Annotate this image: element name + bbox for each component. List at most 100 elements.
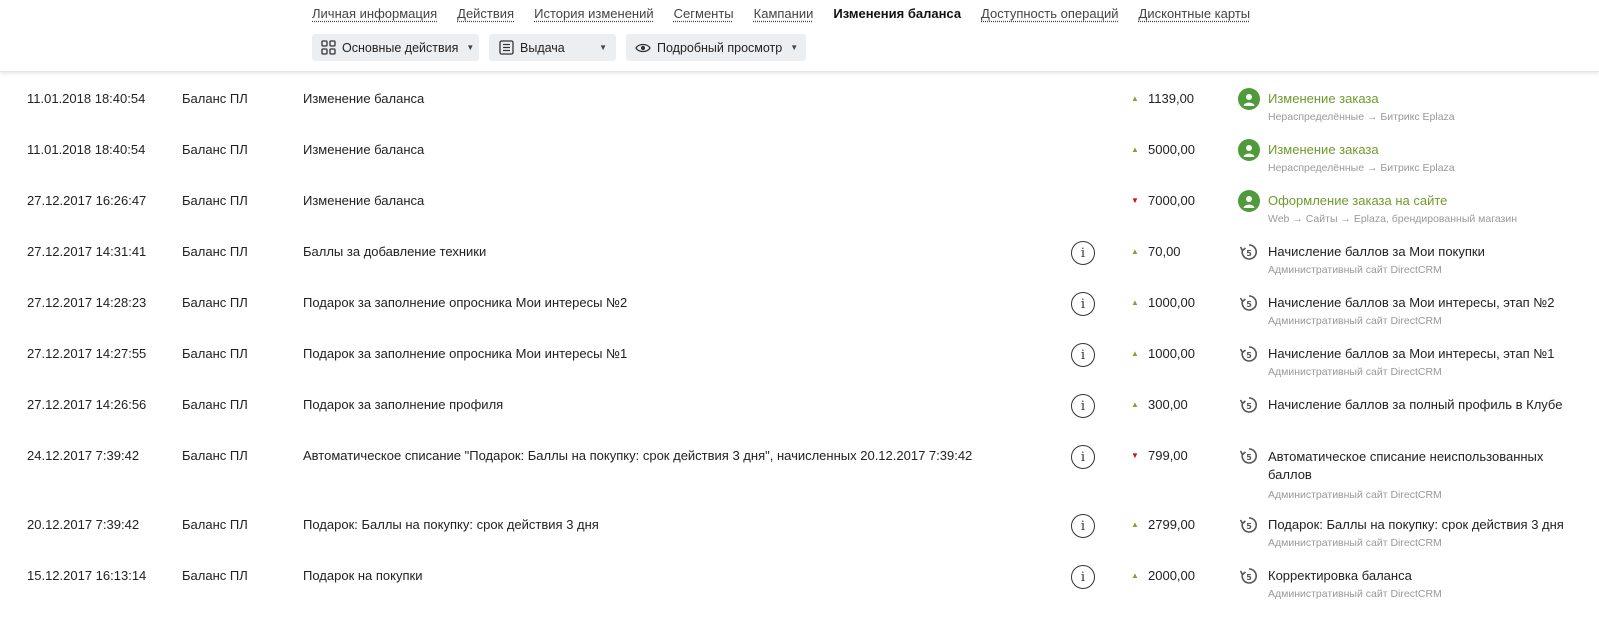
row-date: 20.12.2017 7:39:42: [27, 517, 140, 532]
detailed-view-dropdown[interactable]: Подробный просмотр ▼: [626, 34, 806, 61]
source-title[interactable]: Оформление заказа на сайте: [1268, 193, 1517, 208]
row-amount: 2799,00: [1148, 517, 1195, 532]
grid-icon: [321, 40, 336, 56]
issue-dropdown[interactable]: Выдача ▼: [489, 34, 616, 61]
row-amount: 799,00: [1148, 448, 1188, 463]
arrow-up-icon: ▲: [1131, 400, 1139, 409]
row-date: 27.12.2017 14:31:41: [27, 244, 147, 259]
row-amount: 300,00: [1148, 397, 1188, 412]
info-icon[interactable]: i: [1071, 241, 1095, 265]
tab-campaigns[interactable]: Кампании: [754, 6, 814, 21]
points-icon: 5: [1238, 445, 1260, 467]
row-date: 24.12.2017 7:39:42: [27, 448, 140, 463]
source-title: Автоматическое списание неиспользованных…: [1268, 449, 1544, 482]
row-balance-type: Баланс ПЛ: [182, 295, 248, 310]
arrow-up-icon: ▲: [1131, 94, 1139, 103]
row-description: Изменение баланса: [303, 91, 425, 106]
source-title: Подарок: Баллы на покупку: срок действия…: [1268, 517, 1564, 532]
row-balance-type: Баланс ПЛ: [182, 142, 248, 157]
info-icon[interactable]: i: [1071, 292, 1095, 316]
svg-text:5: 5: [1246, 300, 1252, 309]
row-source: Автоматическое списание неиспользованных…: [1268, 448, 1568, 501]
info-icon[interactable]: i: [1071, 565, 1095, 589]
row-amount: 1139,00: [1148, 91, 1195, 106]
row-source: Начисление баллов за Мои интересы, этап …: [1268, 295, 1555, 327]
arrow-up-icon: ▲: [1131, 298, 1139, 307]
row-description: Подарок за заполнение опросника Мои инте…: [303, 295, 628, 310]
row-date: 15.12.2017 16:13:14: [27, 568, 147, 583]
arrow-down-icon: ▼: [1131, 451, 1139, 460]
row-source: Изменение заказа Нераспределённые → Битри…: [1268, 142, 1455, 174]
detailed-view-label: Подробный просмотр: [657, 40, 783, 55]
tab-bar: Личная информация Действия История измен…: [312, 6, 1250, 21]
source-title: Начисление баллов за Мои интересы, этап …: [1268, 346, 1555, 361]
chevron-down-icon: ▼: [466, 43, 475, 52]
source-title: Начисление баллов за Мои покупки: [1268, 244, 1485, 259]
row-date: 27.12.2017 14:26:56: [27, 397, 147, 412]
row-description: Изменение баланса: [303, 142, 425, 157]
row-amount: 2000,00: [1148, 568, 1195, 583]
row-description: Автоматическое списание "Подарок: Баллы …: [303, 448, 973, 463]
row-balance-type: Баланс ПЛ: [182, 397, 248, 412]
info-icon[interactable]: i: [1071, 445, 1095, 469]
eye-icon: [635, 40, 651, 56]
source-subtitle: Административный сайт DirectCRM: [1268, 588, 1442, 600]
row-balance-type: Баланс ПЛ: [182, 568, 248, 583]
chevron-down-icon: ▼: [790, 43, 799, 52]
source-title[interactable]: Изменение заказа: [1268, 142, 1455, 157]
row-date: 11.01.2018 18:40:54: [27, 142, 146, 157]
row-amount: 7000,00: [1148, 193, 1195, 208]
row-source: Начисление баллов за Мои интересы, этап …: [1268, 346, 1555, 378]
tab-personal-info[interactable]: Личная информация: [312, 6, 437, 21]
source-title[interactable]: Изменение заказа: [1268, 91, 1455, 106]
info-icon[interactable]: i: [1071, 514, 1095, 538]
row-source: Изменение заказа Нераспределённые → Битри…: [1268, 91, 1455, 123]
main-actions-dropdown[interactable]: Основные действия ▼: [312, 34, 479, 61]
row-amount: 70,00: [1148, 244, 1181, 259]
row-source: Начисление баллов за Мои покупки Админист…: [1268, 244, 1485, 276]
chevron-down-icon: ▼: [599, 43, 607, 52]
source-subtitle: Нераспределённые → Битрикс Eplaza: [1268, 162, 1455, 174]
points-icon: 5: [1238, 394, 1260, 416]
points-icon: 5: [1238, 565, 1260, 587]
svg-text:5: 5: [1246, 522, 1252, 531]
info-icon[interactable]: i: [1071, 394, 1095, 418]
tab-discount-cards[interactable]: Дисконтные карты: [1139, 6, 1251, 21]
tab-balance-changes[interactable]: Изменения баланса: [833, 6, 961, 21]
row-source: Начисление баллов за полный профиль в Кл…: [1268, 397, 1562, 412]
svg-text:5: 5: [1246, 351, 1252, 360]
arrow-down-icon: ▼: [1131, 196, 1139, 205]
row-description: Подарок за заполнение опросника Мои инте…: [303, 346, 628, 361]
row-balance-type: Баланс ПЛ: [182, 517, 248, 532]
issue-label: Выдача: [520, 40, 565, 55]
row-balance-type: Баланс ПЛ: [182, 346, 248, 361]
arrow-up-icon: ▲: [1131, 571, 1139, 580]
tab-segments[interactable]: Сегменты: [674, 6, 734, 21]
info-icon[interactable]: i: [1071, 343, 1095, 367]
row-date: 27.12.2017 14:28:23: [27, 295, 147, 310]
row-amount: 1000,00: [1148, 346, 1195, 361]
row-description: Подарок: Баллы на покупку: срок действия…: [303, 517, 599, 532]
row-source: Оформление заказа на сайте Web → Сайты → …: [1268, 193, 1517, 225]
source-title: Начисление баллов за полный профиль в Кл…: [1268, 397, 1563, 412]
row-date: 27.12.2017 14:27:55: [27, 346, 147, 361]
row-description: Подарок за заполнение профиля: [303, 397, 504, 412]
tab-change-history[interactable]: История изменений: [534, 6, 654, 21]
source-subtitle: Нераспределённые → Битрикс Eplaza: [1268, 111, 1455, 123]
row-amount: 5000,00: [1148, 142, 1195, 157]
source-title: Начисление баллов за Мои интересы, этап …: [1268, 295, 1555, 310]
tab-actions[interactable]: Действия: [457, 6, 514, 21]
tab-operations-availability[interactable]: Доступность операций: [981, 6, 1119, 21]
row-source: Подарок: Баллы на покупку: срок действия…: [1268, 517, 1564, 549]
row-balance-type: Баланс ПЛ: [182, 448, 248, 463]
row-balance-type: Баланс ПЛ: [182, 91, 248, 106]
row-description: Изменение баланса: [303, 193, 425, 208]
user-avatar-icon: [1238, 139, 1260, 161]
source-subtitle: Административный сайт DirectCRM: [1268, 537, 1442, 549]
source-subtitle: Административный сайт DirectCRM: [1268, 366, 1442, 378]
user-avatar-icon: [1238, 190, 1260, 212]
arrow-up-icon: ▲: [1131, 349, 1139, 358]
svg-text:5: 5: [1246, 573, 1252, 582]
row-balance-type: Баланс ПЛ: [182, 193, 248, 208]
main-actions-label: Основные действия: [342, 40, 459, 55]
